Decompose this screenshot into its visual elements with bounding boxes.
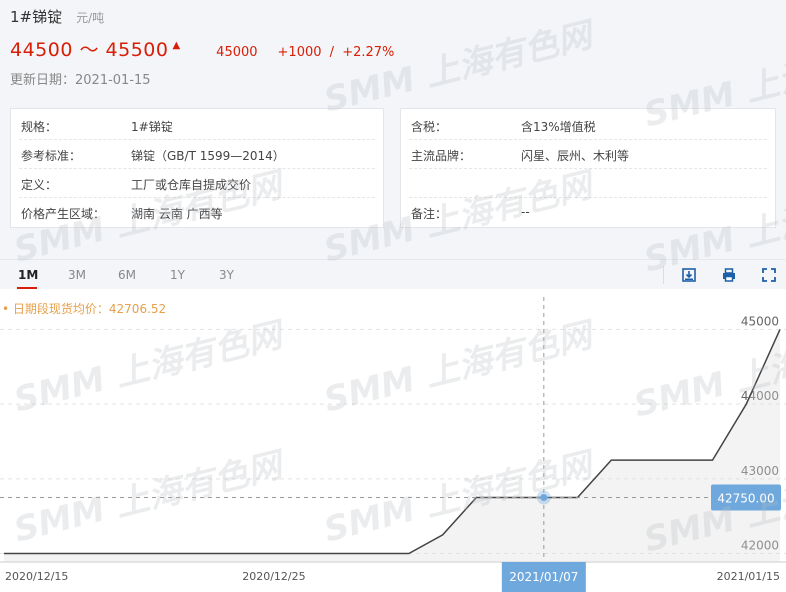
range-tabs-bar: 1M 3M 6M 1Y 3Y — [0, 259, 786, 290]
watermark: SMM 上海有色网 — [320, 15, 596, 121]
price-change: +1000 / +2.27% — [278, 45, 395, 60]
spec-row: 价格产生区域： 湖南 云南 广西等 — [19, 197, 375, 226]
spec-panel-left: 规格： 1#锑锭 参考标准： 锑锭（GB/T 1599—2014） 定义： 工厂或仓库… — [10, 108, 384, 228]
print-icon[interactable] — [722, 268, 736, 282]
spec-value: -- — [521, 205, 530, 219]
y-tick-label: 45000 — [741, 314, 779, 328]
spec-row: 参考标准： 锑锭（GB/T 1599—2014） — [19, 139, 375, 169]
toolbar-divider — [663, 266, 664, 284]
x-tick-label: 2021/01/15 — [717, 570, 780, 583]
tab-3y[interactable]: 3Y — [219, 268, 234, 282]
product-header: 1#锑锭 元/吨 — [10, 6, 104, 27]
spec-value: 湖南 云南 广西等 — [131, 207, 223, 221]
price-change-value: +1000 — [277, 45, 322, 60]
price-area — [4, 329, 780, 562]
chart-legend-text: 日期段现货均价：42706.52 — [12, 302, 167, 316]
tab-1m[interactable]: 1M — [18, 268, 38, 282]
spec-key: 含税： — [411, 120, 448, 134]
download-icon[interactable] — [682, 268, 696, 282]
spec-row: 备注： -- — [409, 197, 767, 226]
spec-value: 1#锑锭 — [131, 120, 173, 134]
x-tick-label: 2020/12/15 — [5, 570, 68, 583]
spec-row — [409, 168, 767, 198]
spec-key: 规格： — [21, 120, 58, 134]
price-unit: 元/吨 — [76, 11, 105, 25]
highlight-point — [540, 494, 548, 501]
spec-key: 价格产生区域： — [21, 207, 106, 221]
spec-panel-right: 含税： 含13%增值税 主流品牌： 闪星、辰州、木利等 备注： -- — [400, 108, 776, 228]
price-summary: 44500 ～ 45500 ▲ 45000 +1000 / +2.27% — [10, 35, 394, 62]
tab-1y[interactable]: 1Y — [170, 268, 185, 282]
spec-key: 备注： — [411, 207, 448, 221]
value-tooltip-text: 42750.00 — [717, 492, 774, 506]
product-title: 1#锑锭 — [10, 8, 63, 26]
spec-key: 定义： — [21, 178, 58, 192]
x-tick-label: 2020/12/25 — [242, 570, 305, 583]
spec-value: 工厂或仓库自提成交价 — [131, 178, 252, 192]
spec-value: 闪星、辰州、木利等 — [521, 149, 630, 163]
tab-3m[interactable]: 3M — [68, 268, 86, 282]
price-change-separator: / — [329, 45, 335, 60]
price-range: 44500 ～ 45500 — [10, 39, 169, 61]
update-date: 更新日期：2021-01-15 — [10, 73, 151, 88]
spec-key: 参考标准： — [21, 149, 82, 163]
price-line-chart[interactable]: 420004300044000450002020/12/152020/12/25… — [0, 289, 786, 592]
spec-value: 锑锭（GB/T 1599—2014） — [131, 149, 285, 163]
spec-row: 定义： 工厂或仓库自提成交价 — [19, 168, 375, 198]
spec-row: 主流品牌： 闪星、辰州、木利等 — [409, 139, 767, 169]
spec-key: 主流品牌： — [411, 149, 472, 163]
spec-row: 规格： 1#锑锭 — [19, 110, 375, 140]
chart-legend: • 日期段现货均价：42706.52 — [2, 302, 167, 316]
average-price: 45000 — [216, 45, 258, 60]
price-up-icon: ▲ — [172, 40, 181, 51]
price-change-percent: +2.27% — [342, 45, 395, 60]
tab-6m[interactable]: 6M — [118, 268, 136, 282]
date-tooltip-text: 2021/01/07 — [509, 570, 578, 584]
fullscreen-icon[interactable] — [762, 268, 776, 282]
spec-value: 含13%增值税 — [521, 120, 596, 134]
spec-row: 含税： 含13%增值税 — [409, 110, 767, 140]
